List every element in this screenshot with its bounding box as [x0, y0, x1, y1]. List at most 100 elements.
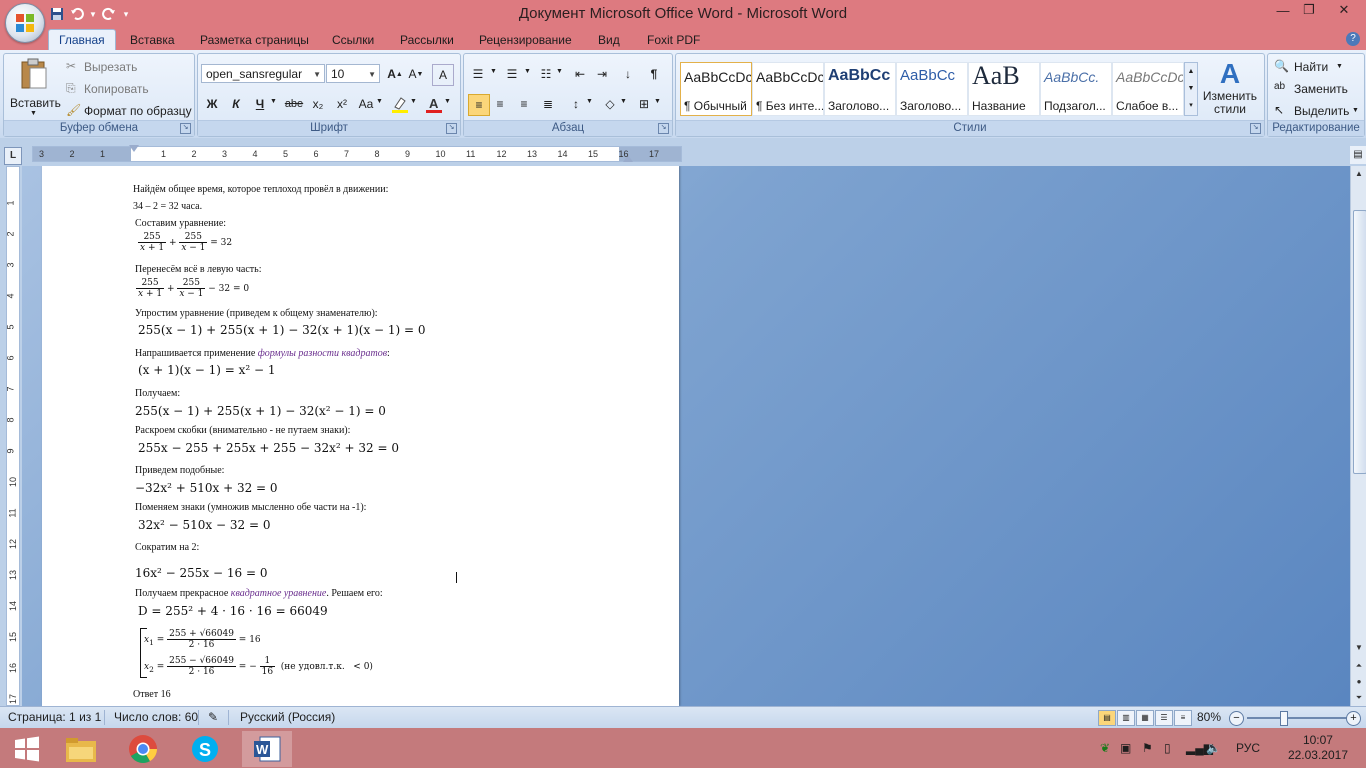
- word-taskbar-icon[interactable]: W: [242, 731, 292, 767]
- chevron-down-icon[interactable]: ▼: [444, 98, 451, 105]
- tab-mailings[interactable]: Рассылки: [390, 30, 464, 50]
- underline-button[interactable]: Ч: [250, 94, 270, 114]
- style-title[interactable]: AaB Название: [968, 62, 1040, 116]
- language[interactable]: Русский (Россия): [240, 710, 335, 724]
- chevron-down-icon[interactable]: ▼: [586, 98, 593, 105]
- font-name-field[interactable]: open_sansregular ▼: [201, 64, 325, 83]
- numbering-icon[interactable]: ☰: [502, 64, 522, 84]
- chrome-icon[interactable]: [118, 731, 168, 767]
- scroll-up-icon[interactable]: ▲: [1351, 166, 1366, 182]
- shading-icon[interactable]: ◇: [600, 94, 620, 114]
- style-no-spacing[interactable]: AaBbCcDc ¶ Без инте...: [752, 62, 824, 116]
- battery-icon[interactable]: ▯: [1164, 741, 1186, 755]
- clear-formatting-icon[interactable]: A: [432, 64, 454, 86]
- increase-indent-icon[interactable]: ⇥: [592, 64, 612, 84]
- decrease-indent-icon[interactable]: ⇤: [570, 64, 590, 84]
- zoom-level[interactable]: 80%: [1197, 710, 1221, 724]
- proofing-icon[interactable]: ✎: [208, 710, 218, 724]
- tab-insert[interactable]: Вставка: [120, 30, 185, 50]
- font-color-icon[interactable]: A: [424, 94, 444, 114]
- bold-button[interactable]: Ж: [202, 94, 222, 114]
- next-page-icon[interactable]: ⏷: [1351, 690, 1366, 706]
- align-center-icon[interactable]: ≡: [490, 94, 510, 114]
- word-count[interactable]: Число слов: 60: [114, 710, 198, 724]
- style-normal[interactable]: AaBbCcDc ¶ Обычный: [680, 62, 752, 116]
- change-case-button[interactable]: Aa: [356, 94, 376, 114]
- zoom-slider-track[interactable]: [1247, 717, 1351, 719]
- windows-start-icon[interactable]: [2, 731, 52, 767]
- style-heading-1[interactable]: AaBbCc Заголово...: [824, 62, 896, 116]
- close-icon[interactable]: ✕: [1322, 0, 1366, 20]
- dialog-launcher-icon[interactable]: ↘: [1250, 123, 1261, 134]
- office-button[interactable]: [5, 3, 45, 43]
- vertical-scrollbar[interactable]: ▲ ▼ ⏶ ● ⏷: [1350, 166, 1366, 706]
- previous-page-icon[interactable]: ⏶: [1351, 658, 1366, 674]
- borders-icon[interactable]: ⊞: [634, 94, 654, 114]
- subscript-button[interactable]: x₂: [308, 94, 328, 114]
- scroll-thumb[interactable]: [1353, 210, 1366, 474]
- outline-icon[interactable]: ☰: [1155, 710, 1173, 726]
- align-right-icon[interactable]: ≡: [514, 94, 534, 114]
- file-explorer-icon[interactable]: [56, 731, 106, 767]
- chevron-down-icon[interactable]: ▼: [270, 98, 277, 105]
- network-monitor-icon[interactable]: ▣: [1120, 741, 1142, 755]
- tab-references[interactable]: Ссылки: [322, 30, 384, 50]
- format-painter-button[interactable]: 🖌 Формат по образцу: [64, 103, 192, 121]
- chevron-down-icon[interactable]: ▼: [524, 68, 531, 75]
- print-layout-icon[interactable]: ▤: [1098, 710, 1116, 726]
- signal-icon[interactable]: ▂▄▆: [1186, 741, 1213, 755]
- chevron-down-icon[interactable]: ▼: [490, 68, 497, 75]
- skype-icon[interactable]: S: [180, 731, 230, 767]
- style-subtle-emphasis[interactable]: AaBbCcDc Слабое в...: [1112, 62, 1184, 116]
- sort-icon[interactable]: ↓: [618, 64, 638, 84]
- chevron-down-icon[interactable]: ▼: [654, 98, 661, 105]
- web-layout-icon[interactable]: ▦: [1136, 710, 1154, 726]
- clock[interactable]: 10:07 22.03.2017: [1288, 733, 1348, 763]
- superscript-button[interactable]: x²: [332, 94, 352, 114]
- paste-button[interactable]: Вставить ▼: [8, 56, 61, 118]
- indent-marker-icon[interactable]: [129, 145, 139, 152]
- dialog-launcher-icon[interactable]: ↘: [658, 123, 669, 134]
- full-screen-reading-icon[interactable]: ▥: [1117, 710, 1135, 726]
- leaf-icon[interactable]: ❦: [1100, 741, 1120, 755]
- line-spacing-icon[interactable]: ↕: [566, 94, 586, 114]
- chevron-down-icon[interactable]: ▼: [410, 98, 417, 105]
- zoom-in-icon[interactable]: +: [1346, 711, 1361, 726]
- select-button[interactable]: ↖ Выделить ▼: [1272, 103, 1362, 121]
- tab-review[interactable]: Рецензирование: [469, 30, 582, 50]
- strikethrough-button[interactable]: abe: [284, 94, 304, 114]
- grow-font-icon[interactable]: A ▲: [385, 64, 405, 84]
- shrink-font-icon[interactable]: A ▼: [406, 64, 426, 84]
- align-left-icon[interactable]: ≡: [468, 94, 490, 116]
- copy-button[interactable]: ⎘ Копировать: [64, 81, 184, 99]
- tab-home[interactable]: Главная: [48, 29, 116, 50]
- tab-foxit-pdf[interactable]: Foxit PDF: [637, 30, 710, 50]
- chevron-down-icon[interactable]: ▼: [556, 68, 563, 75]
- maximize-icon[interactable]: ❐: [1296, 0, 1322, 20]
- browse-object-icon[interactable]: ●: [1351, 674, 1366, 690]
- italic-button[interactable]: К: [226, 94, 246, 114]
- input-language[interactable]: РУС: [1236, 741, 1260, 755]
- style-subtitle[interactable]: AaBbCc. Подзагол...: [1040, 62, 1112, 116]
- tab-page-layout[interactable]: Разметка страницы: [190, 30, 319, 50]
- chevron-down-icon[interactable]: ▼: [620, 98, 627, 105]
- multilevel-list-icon[interactable]: ☷: [536, 64, 556, 84]
- page-count[interactable]: Страница: 1 из 1: [8, 710, 101, 724]
- tab-selector-icon[interactable]: L: [4, 147, 22, 165]
- pilcrow-icon[interactable]: ¶: [644, 64, 664, 84]
- help-icon[interactable]: ?: [1346, 32, 1360, 46]
- styles-scroll[interactable]: ▲ ▼ ▾: [1184, 62, 1198, 116]
- formula-link[interactable]: формулы разности квадратов: [258, 348, 387, 359]
- scroll-down-icon[interactable]: ▼: [1351, 640, 1366, 656]
- justify-icon[interactable]: ≣: [538, 94, 558, 114]
- quadratic-link[interactable]: квадратное уравнение: [231, 588, 327, 599]
- flag-icon[interactable]: ⚑: [1142, 741, 1164, 755]
- tab-view[interactable]: Вид: [588, 30, 630, 50]
- change-styles-button[interactable]: A Изменить стили: [1200, 58, 1260, 120]
- draft-icon[interactable]: ≡: [1174, 710, 1192, 726]
- font-size-field[interactable]: 10 ▼: [326, 64, 380, 83]
- find-button[interactable]: 🔍 Найти ▼: [1272, 59, 1362, 77]
- dialog-launcher-icon[interactable]: ↘: [446, 123, 457, 134]
- style-heading-2[interactable]: AaBbCc Заголово...: [896, 62, 968, 116]
- view-ruler-icon[interactable]: ▤: [1350, 146, 1366, 164]
